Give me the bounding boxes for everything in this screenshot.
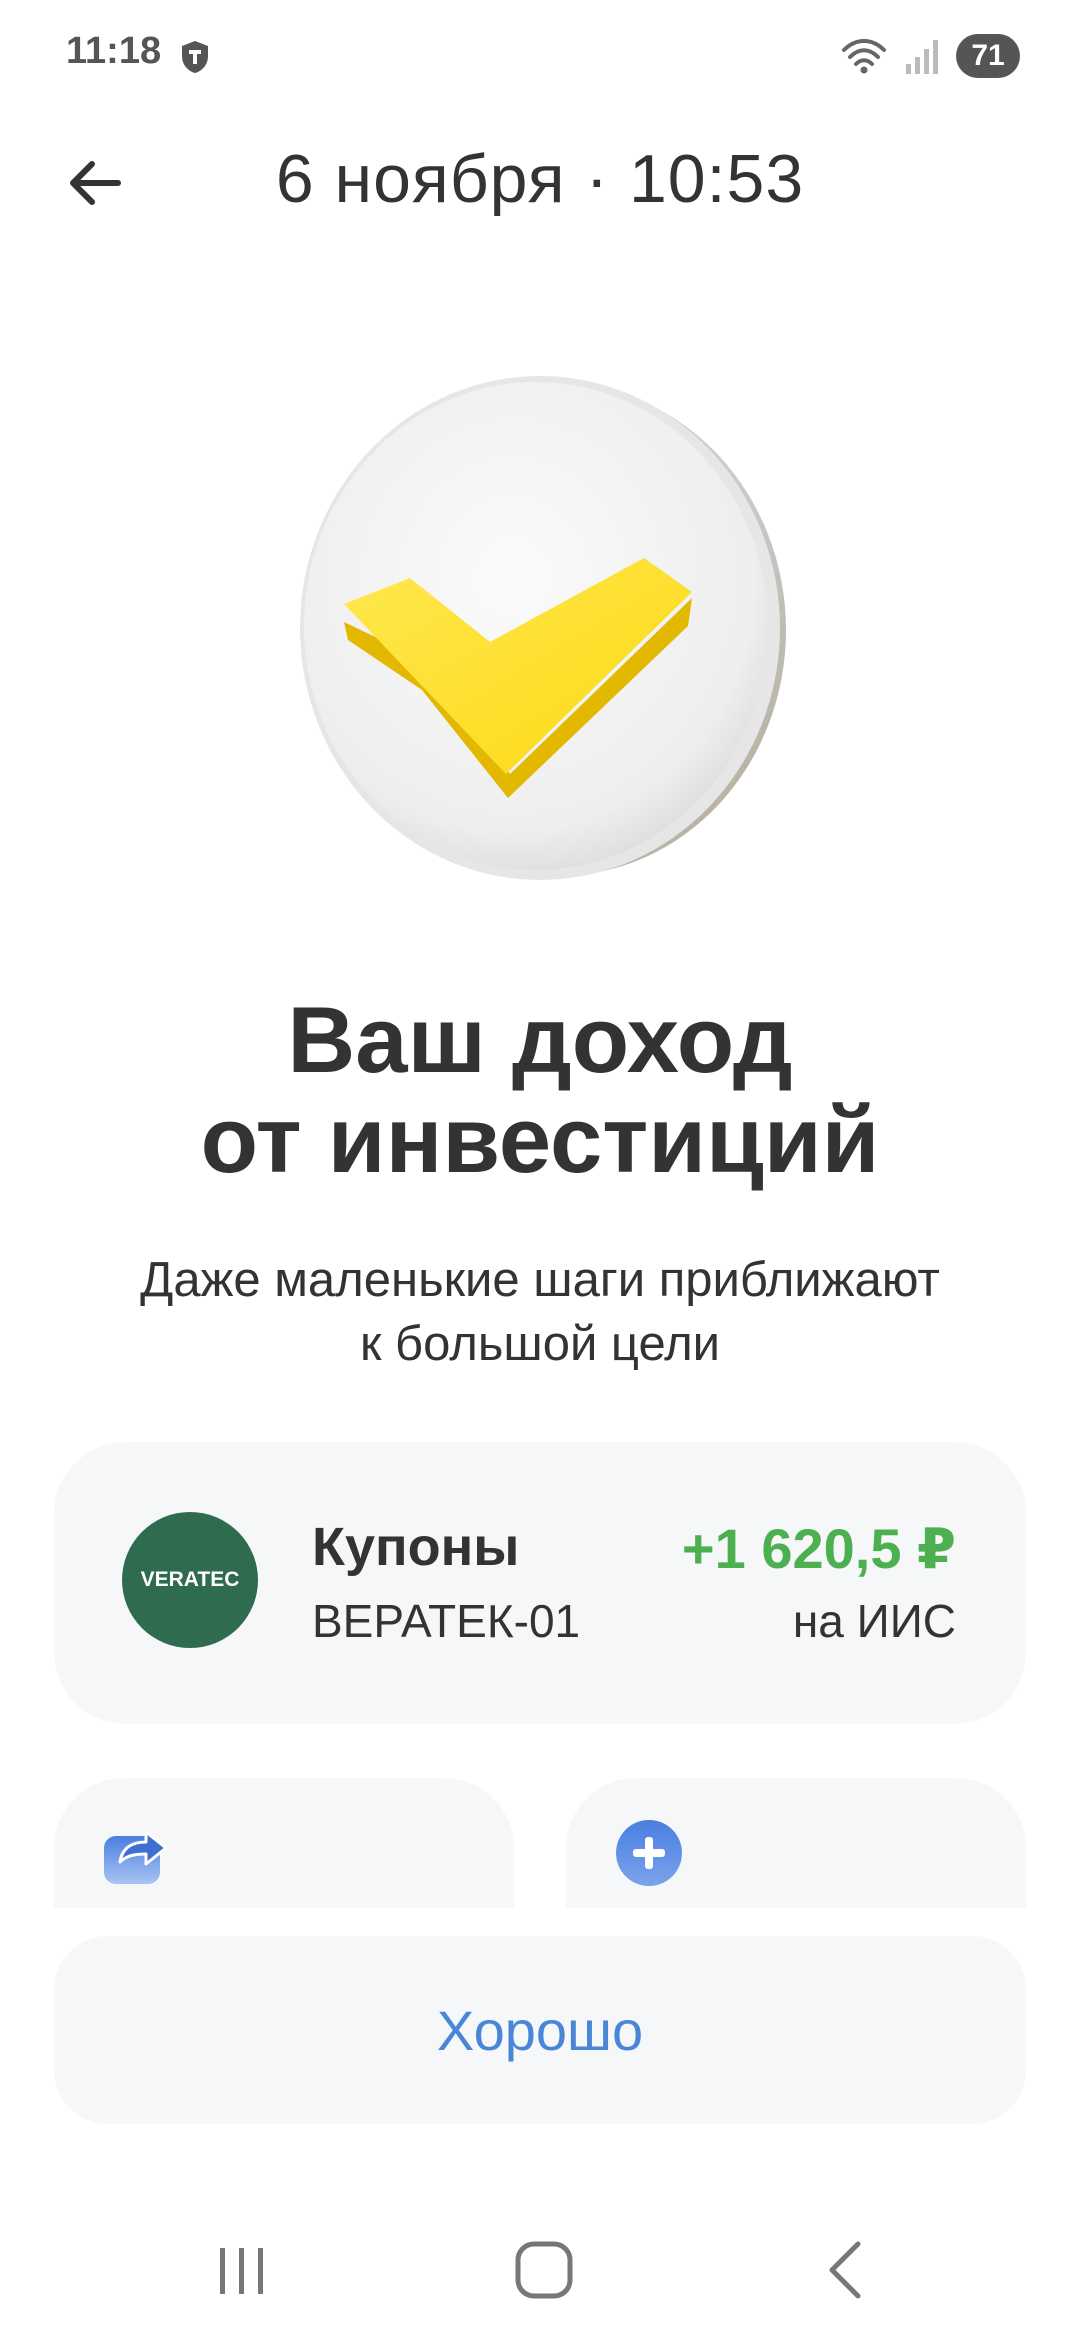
income-card[interactable]: VERATEC Купоны ВЕРАТЕК-01 +1 620,5 ₽ на … (54, 1442, 1026, 1724)
headline-line-2: от инвестиций (200, 1087, 880, 1192)
wifi-icon (842, 39, 886, 74)
checkmark-coin-illustration (300, 376, 786, 880)
income-account: на ИИС (792, 1595, 956, 1647)
subtitle-line-2: к большой цели (359, 1317, 721, 1371)
signal-icon (906, 40, 938, 74)
subtitle-line-1: Даже маленькие шаги приближают (140, 1253, 940, 1307)
add-button[interactable] (566, 1778, 1026, 1908)
share-arrow-icon (104, 1830, 168, 1884)
status-time: 11:18 (66, 30, 162, 72)
share-button[interactable] (54, 1778, 514, 1908)
income-ticker: ВЕРАТЕК-01 (312, 1595, 581, 1647)
nav-back-icon[interactable] (806, 2230, 886, 2310)
home-icon[interactable] (504, 2230, 584, 2310)
income-amount: +1 620,5 ₽ (681, 1517, 956, 1580)
page-title: 6 ноября · 10:53 (275, 141, 805, 217)
veratec-logo: VERATEC (122, 1512, 258, 1648)
headline-line-1: Ваш доход (287, 987, 793, 1092)
shield-icon (182, 41, 208, 73)
plus-circle-icon (616, 1820, 682, 1886)
status-bar: 11:18 71 (0, 0, 1080, 110)
battery-indicator: 71 (956, 34, 1020, 78)
headline: Ваш доход от инвестиций (0, 990, 1080, 1190)
income-title: Купоны (312, 1517, 520, 1577)
recent-apps-icon[interactable] (202, 2230, 282, 2310)
subtitle: Даже маленькие шаги приближают к большой… (60, 1248, 1020, 1376)
navigation-bar (0, 2200, 1080, 2340)
ok-button[interactable]: Хорошо (54, 1936, 1026, 2124)
status-indicators: 71 (840, 34, 1020, 78)
